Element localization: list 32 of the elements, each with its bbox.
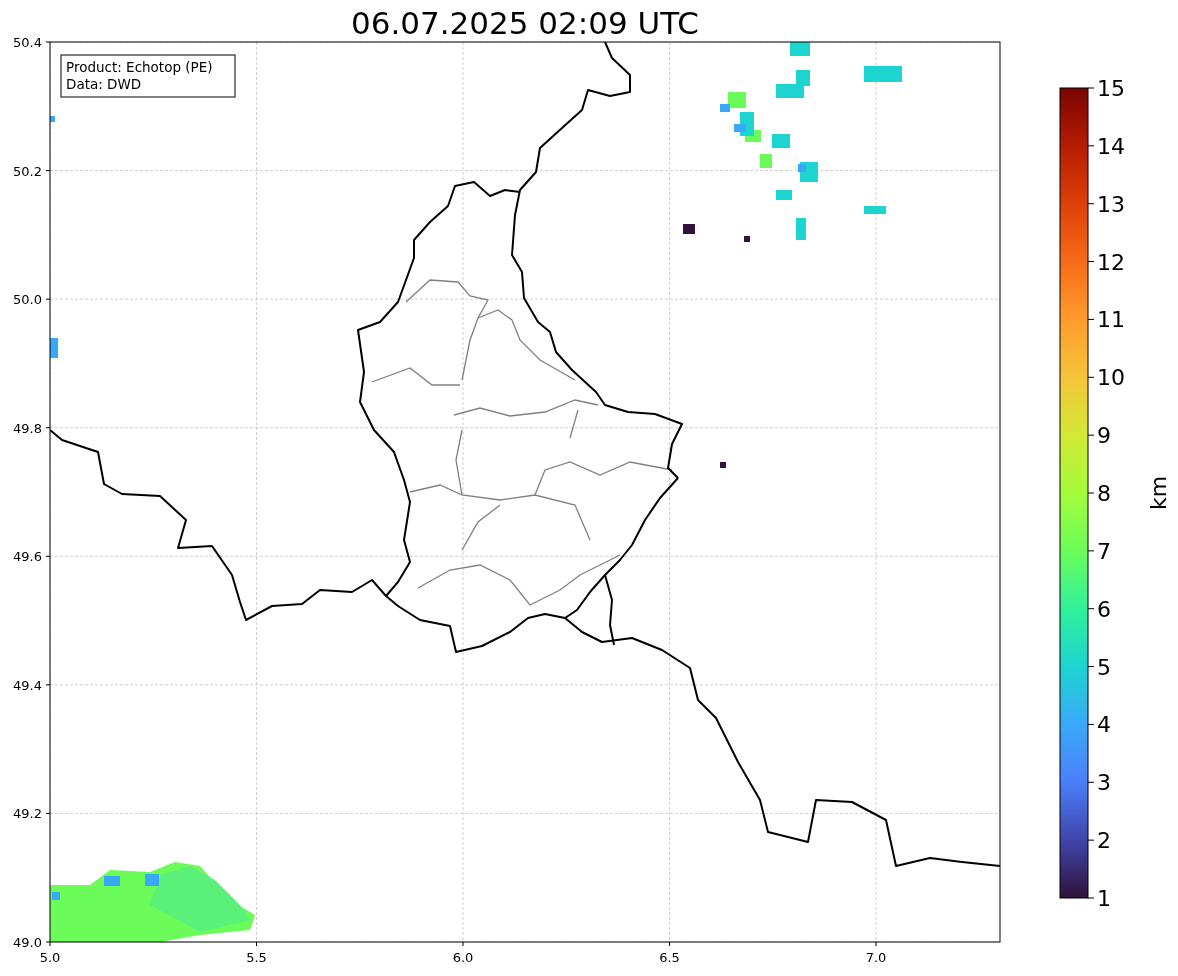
x-tick-label: 5.0 (39, 950, 61, 965)
y-tick-label: 50.2 (13, 163, 42, 179)
x-tick-label: 7.0 (865, 950, 887, 965)
y-tick-label: 49.4 (13, 677, 42, 693)
y-tick-label: 49.6 (13, 549, 42, 565)
y-tick-label: 49.2 (13, 806, 42, 822)
x-tick-label: 6.0 (452, 950, 474, 965)
colorbar-tick-label: 2 (1097, 828, 1111, 854)
colorbar-tick-label: 7 (1097, 538, 1111, 564)
y-tick-label: 49.0 (13, 935, 42, 950)
colorbar-tick-label: 15 (1097, 76, 1125, 101)
legend-text: Data: DWD (66, 76, 142, 92)
y-tick-label: 50.4 (13, 35, 42, 50)
colorbar-tick-label: 14 (1097, 133, 1125, 159)
colorbar-tick-label: 12 (1097, 249, 1125, 275)
colorbar-tick-label: 8 (1097, 481, 1111, 506)
colorbar-tick-label: 13 (1097, 191, 1125, 217)
chart-title: 06.07.2025 02:09 UTC (351, 5, 699, 41)
colorbar-tick-label: 5 (1097, 654, 1111, 680)
y-tick-label: 50.0 (13, 292, 42, 308)
colorbar-tick-label: 10 (1097, 365, 1125, 391)
colorbar-tick-label: 3 (1097, 770, 1111, 796)
colorbar-tick-label: 9 (1097, 423, 1111, 449)
x-tick-label: 5.5 (246, 950, 267, 965)
x-tick-label: 6.5 (659, 950, 680, 965)
colorbar-tick-label: 6 (1097, 596, 1111, 622)
colorbar-tick-label: 11 (1097, 307, 1125, 333)
colorbar-tick-label: 1 (1097, 886, 1111, 911)
y-tick-label: 49.8 (13, 420, 42, 436)
colorbar-label: km (1146, 475, 1171, 511)
colorbar-tick-label: 4 (1097, 712, 1111, 738)
legend-text: Product: Echotop (PE) (66, 59, 213, 75)
